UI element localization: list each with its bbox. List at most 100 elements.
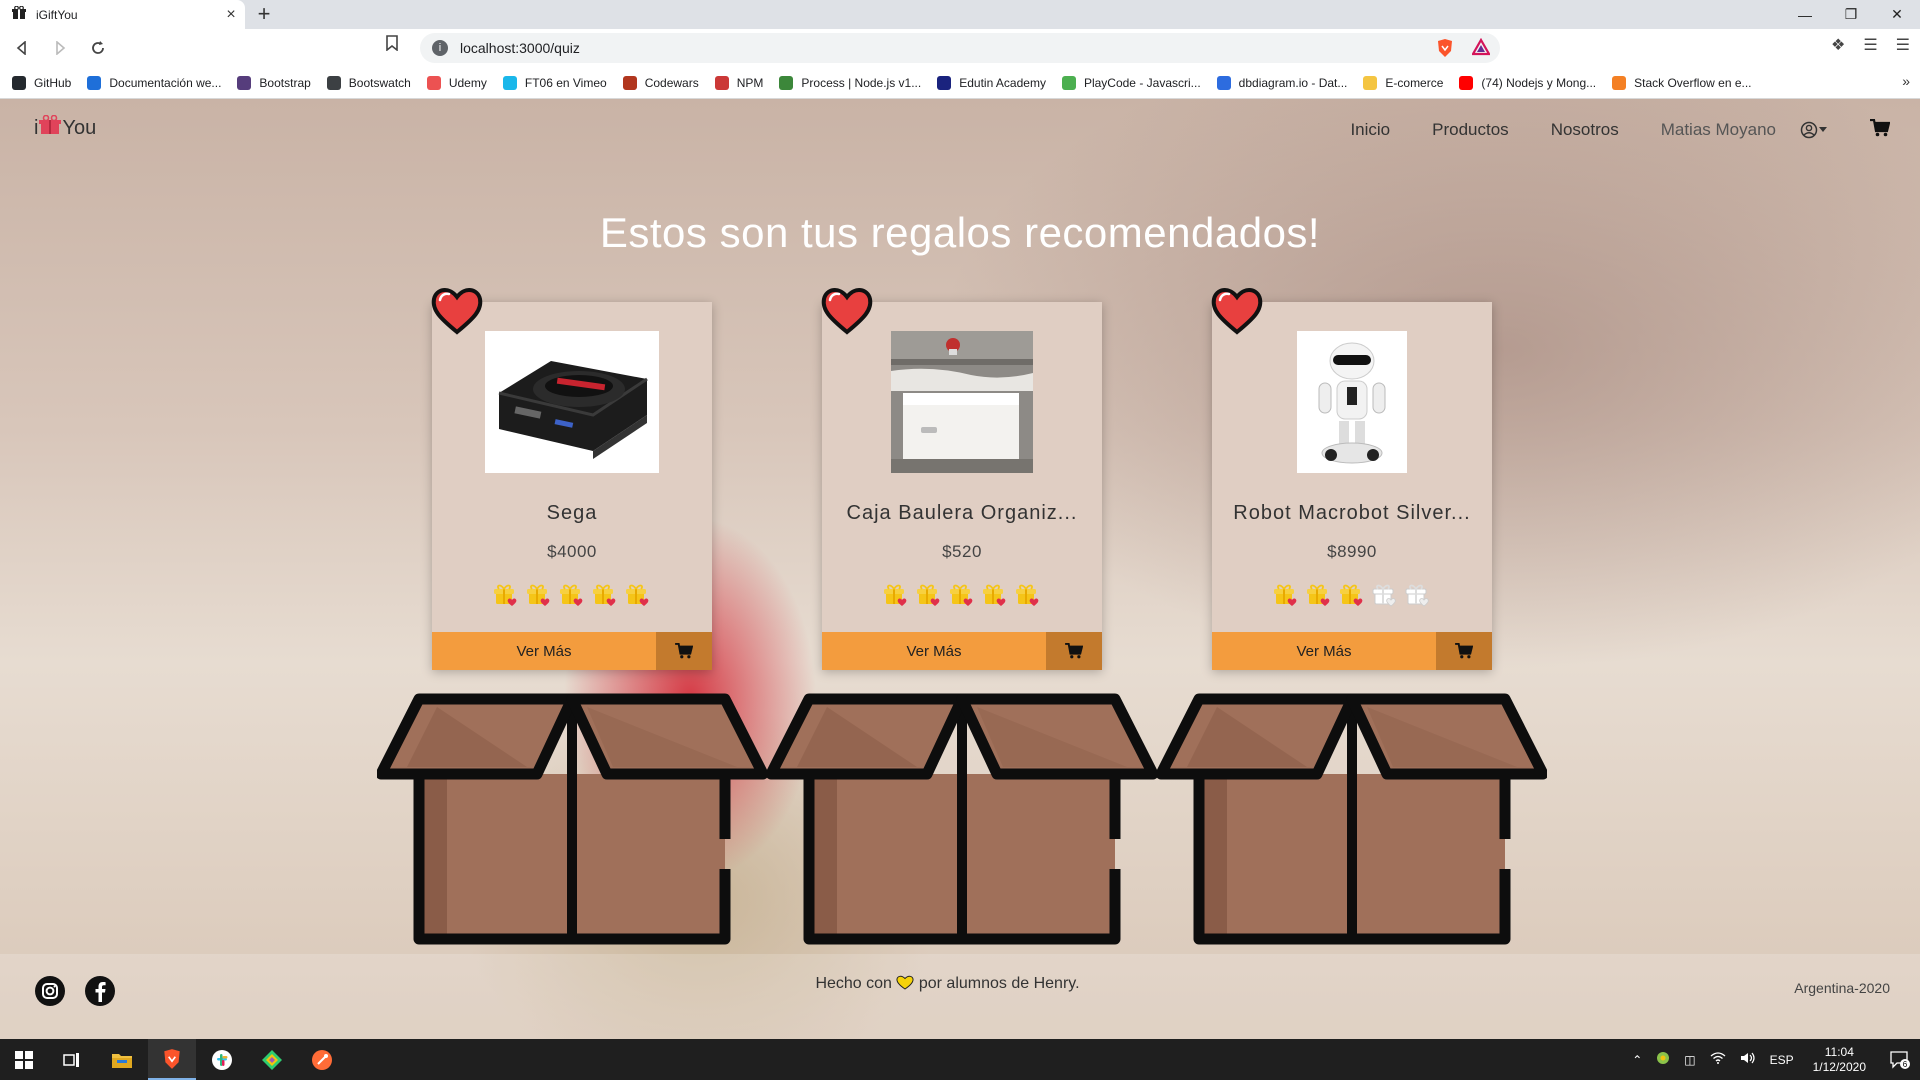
nav-productos[interactable]: Productos [1432,120,1509,140]
bookmark-item[interactable]: Stack Overflow en e... [1612,75,1752,90]
tray-app-icon[interactable] [1656,1051,1670,1068]
product-card: Robot Macrobot Silver... $8990 Ver Más [1211,288,1492,670]
forward-icon[interactable] [44,32,76,64]
browser-toolbar: i localhost:3000/quiz ❖ ☰ ☰ [0,29,1920,67]
bookmark-item[interactable]: Edutin Academy [937,75,1046,90]
product-name[interactable]: Robot Macrobot Silver... [1212,502,1492,525]
gift-logo-icon [39,114,62,141]
gitkraken-icon[interactable] [248,1039,296,1080]
product-name[interactable]: Sega [432,502,712,525]
bookmark-item[interactable]: (74) Nodejs y Mong... [1459,75,1596,90]
bookmark-item[interactable]: Bootswatch [326,75,411,90]
bookmark-favicon-icon [12,75,26,90]
bookmark-favicon-icon [1459,75,1474,90]
bookmark-favicon-icon [937,75,952,90]
brave-browser-taskbar-icon[interactable] [148,1039,196,1080]
bookmark-label: Codewars [644,75,699,90]
product-rating [1212,582,1492,613]
ver-mas-button[interactable]: Ver Más [1212,632,1436,670]
open-box-icon [765,689,1159,949]
nav-cart-button[interactable] [1870,118,1891,142]
bookmark-item[interactable]: NPM [714,75,764,90]
battery-icon[interactable]: ◫ [1684,1053,1695,1067]
wifi-icon[interactable] [1710,1052,1726,1067]
nav-nosotros[interactable]: Nosotros [1551,120,1619,140]
ver-mas-button[interactable]: Ver Más [432,632,656,670]
reload-icon[interactable] [82,32,114,64]
favorite-heart-icon[interactable] [1210,286,1264,336]
bookmark-item[interactable]: E-comerce [1363,75,1443,90]
browser-tab-strip: iGiftYou × + — ❐ ✕ [0,0,1920,29]
bookmark-label: NPM [736,75,764,90]
site-info-icon[interactable]: i [432,40,448,56]
product-price: $4000 [547,542,597,561]
restore-icon[interactable]: ❐ [1828,0,1874,29]
site-footer: Hecho con por alumnos de Henry. Argentin… [0,954,1920,1039]
notification-center-icon[interactable]: 6 [1880,1050,1920,1070]
add-to-cart-button[interactable] [1046,632,1102,670]
favorite-heart-icon[interactable] [430,286,484,336]
page-title: Estos son tus regalos recomendados! [599,209,1321,256]
gift-favicon-icon [12,5,26,23]
bookmark-favicon-icon [1363,75,1378,90]
product-rating [432,582,712,613]
bookmark-item[interactable]: Bootstrap [237,75,311,90]
footer-text-before: Hecho con [815,975,892,992]
gift-rating-filled-icon [916,582,942,613]
system-clock[interactable]: 11:04 1/12/2020 [1813,1045,1866,1075]
product-image[interactable] [485,331,659,473]
bookmark-label: Process | Node.js v1... [801,75,922,90]
tray-expand-icon[interactable]: ⌃ [1632,1053,1642,1067]
windows-start-icon[interactable] [0,1039,48,1080]
more-bookmarks-icon[interactable]: » [1902,73,1910,89]
minimize-icon[interactable]: — [1782,0,1828,29]
media-control-icon[interactable]: ☰ [1863,35,1877,55]
gift-rating-filled-icon [526,582,552,613]
bookmark-item[interactable]: dbdiagram.io - Dat... [1216,75,1347,90]
bookmark-item[interactable]: FT06 en Vimeo [502,75,607,90]
bookmark-item[interactable]: Process | Node.js v1... [779,75,922,90]
cart-icon [1455,643,1473,659]
nav-user-name[interactable]: Matias Moyano [1661,120,1776,140]
ver-mas-button[interactable]: Ver Más [822,632,1046,670]
account-dropdown[interactable] [1800,121,1828,139]
add-to-cart-button[interactable] [656,632,712,670]
volume-icon[interactable] [1740,1052,1756,1067]
product-card: Sega $4000 Ver Más [431,288,712,670]
task-view-icon[interactable] [48,1039,96,1080]
file-explorer-icon[interactable] [98,1039,146,1080]
back-icon[interactable] [6,32,38,64]
product-image[interactable] [891,331,1033,473]
bookmark-page-icon[interactable] [386,35,398,56]
nav-inicio[interactable]: Inicio [1350,120,1390,140]
menu-icon[interactable]: ☰ [1896,35,1910,55]
slack-icon[interactable] [198,1039,246,1080]
new-tab-button[interactable]: + [252,2,276,26]
brave-rewards-icon[interactable] [1471,37,1491,61]
tab-close-button[interactable]: × [217,6,245,24]
bookmark-favicon-icon [1061,75,1076,90]
close-window-icon[interactable]: ✕ [1874,0,1920,29]
site-logo[interactable]: i You [34,114,96,141]
product-name[interactable]: Caja Baulera Organiz... [822,502,1102,525]
input-language[interactable]: ESP [1770,1053,1794,1067]
bookmark-item[interactable]: GitHub [12,75,71,90]
extensions-icon[interactable]: ❖ [1831,35,1845,55]
gift-rating-filled-icon [559,582,585,613]
bookmark-label: Bootswatch [348,75,411,90]
brave-shields-icon[interactable] [1436,38,1454,58]
add-to-cart-button[interactable] [1436,632,1492,670]
bookmark-item[interactable]: PlayCode - Javascri... [1061,75,1201,90]
favorite-heart-icon[interactable] [820,286,874,336]
product-image[interactable] [1297,331,1407,473]
gift-rating-filled-icon [1306,582,1332,613]
bookmark-item[interactable]: Codewars [622,75,699,90]
cart-icon [675,643,693,659]
postman-icon[interactable] [298,1039,346,1080]
bookmark-favicon-icon [237,75,252,90]
bookmark-item[interactable]: Documentación we... [87,75,221,90]
bookmark-item[interactable]: Udemy [426,75,487,90]
browser-tab[interactable]: iGiftYou × [0,0,245,29]
address-bar[interactable]: i localhost:3000/quiz [420,33,1500,63]
gift-rating-filled-icon [1273,582,1299,613]
